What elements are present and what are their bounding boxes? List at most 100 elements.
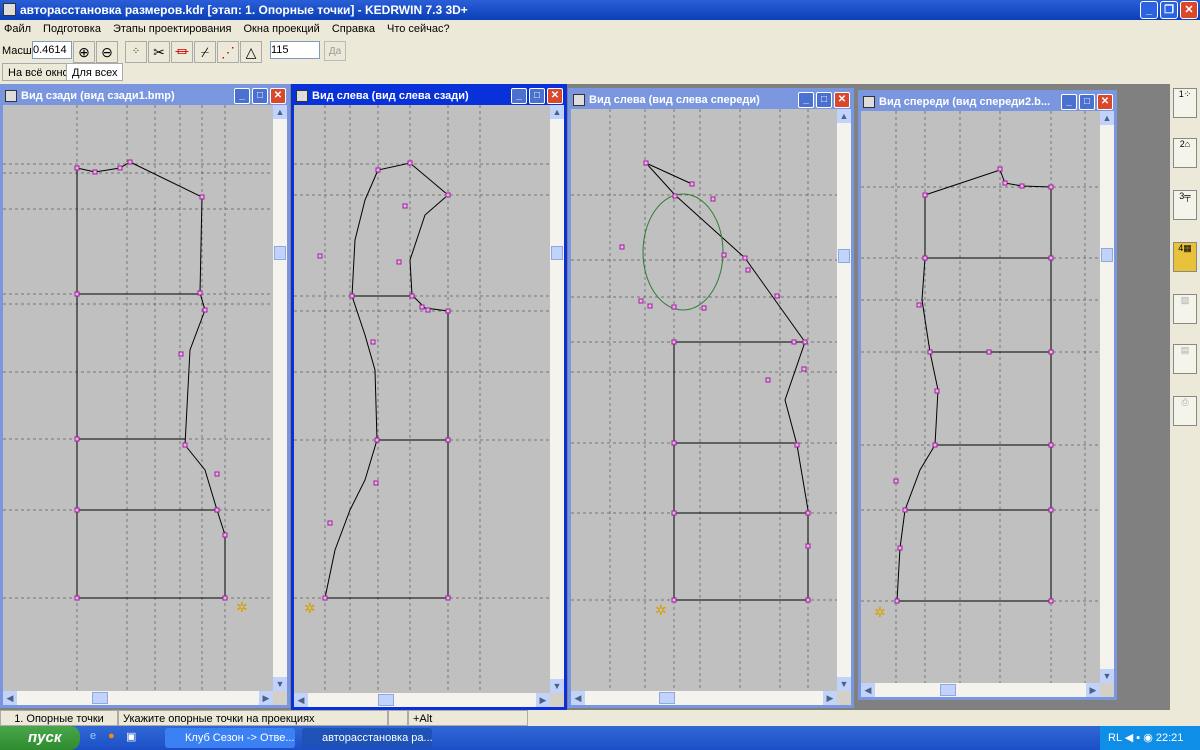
- projection-canvas[interactable]: ✲: [294, 105, 550, 693]
- tab-fit-window[interactable]: На всё окно: [2, 63, 75, 81]
- scroll-left-button[interactable]: ◀: [861, 683, 875, 697]
- menu-projections[interactable]: Окна проекций: [244, 20, 320, 38]
- scroll-thumb[interactable]: [658, 692, 675, 704]
- anchor-point: [932, 442, 938, 448]
- menu-whats-now[interactable]: Что сейчас?: [387, 20, 450, 38]
- horizontal-scrollbar[interactable]: ◀ ▶: [861, 683, 1100, 697]
- projection-window-3[interactable]: Вид слева (вид слева спереди) _ □ ✕ ✲ ▲ ▼ ◀ ▶: [568, 88, 854, 708]
- scroll-up-button[interactable]: ▲: [837, 109, 851, 123]
- projection-canvas[interactable]: ✲: [3, 105, 273, 691]
- points-tool-icon[interactable]: ⁘: [125, 41, 147, 63]
- stage3-dimension-icon[interactable]: 3╤: [1173, 190, 1197, 220]
- anchor-point: [710, 196, 716, 202]
- vertical-scrollbar[interactable]: ▲ ▼: [273, 105, 287, 691]
- anchor-point: [742, 255, 748, 261]
- language-indicator[interactable]: RL: [1108, 732, 1122, 744]
- window-minimize-button[interactable]: _: [511, 88, 527, 104]
- scroll-right-button[interactable]: ▶: [259, 691, 273, 705]
- zoom-in-icon[interactable]: ⊕: [73, 41, 95, 63]
- stage6-table-icon[interactable]: ▤: [1173, 344, 1197, 374]
- window-maximize-button[interactable]: □: [529, 88, 545, 104]
- scroll-thumb[interactable]: [1101, 248, 1113, 263]
- anchor-point: [74, 291, 80, 297]
- stage5-hatch-icon[interactable]: ▨: [1173, 294, 1197, 324]
- task-kedrwin[interactable]: авторасстановка ра...: [302, 728, 432, 748]
- stage7-print-icon[interactable]: ⎙: [1173, 396, 1197, 426]
- scale-input[interactable]: [32, 41, 72, 59]
- scroll-left-button[interactable]: ◀: [571, 691, 585, 705]
- scroll-right-button[interactable]: ▶: [536, 693, 550, 707]
- menu-file[interactable]: Файл: [4, 20, 31, 38]
- projection-canvas[interactable]: ✲: [571, 109, 837, 691]
- horizontal-scrollbar[interactable]: ◀ ▶: [571, 691, 837, 705]
- window-close-button[interactable]: ✕: [547, 88, 563, 104]
- scroll-up-button[interactable]: ▲: [550, 105, 564, 119]
- window-minimize-button[interactable]: _: [234, 88, 250, 104]
- point-line-tool-icon[interactable]: ⌿: [194, 41, 216, 63]
- window-titlebar[interactable]: Вид слева (вид слева спереди) _ □ ✕: [571, 91, 851, 109]
- scroll-left-button[interactable]: ◀: [294, 693, 308, 707]
- triangle-tool-icon[interactable]: △: [240, 41, 262, 63]
- window-titlebar[interactable]: Вид сзади (вид сзади1.bmp) _ □ ✕: [3, 87, 287, 105]
- window-titlebar[interactable]: Вид слева (вид слева сзади) _ □ ✕: [294, 87, 564, 105]
- horizontal-scrollbar[interactable]: ◀ ▶: [294, 693, 550, 707]
- scroll-down-button[interactable]: ▼: [1100, 669, 1114, 683]
- vertical-scrollbar[interactable]: ▲ ▼: [837, 109, 851, 691]
- scroll-thumb[interactable]: [274, 245, 286, 260]
- start-button[interactable]: пуск: [0, 726, 80, 750]
- projection-window-4[interactable]: Вид спереди (вид спереди2.b... _ □ ✕ ✲ ▲ ▼ ◀ ▶: [858, 90, 1117, 700]
- window-minimize-button[interactable]: _: [798, 92, 814, 108]
- scroll-right-button[interactable]: ▶: [1086, 683, 1100, 697]
- projection-window-2[interactable]: Вид слева (вид слева сзади) _ □ ✕ ✲ ▲ ▼ ◀ ▶: [291, 84, 567, 710]
- projection-canvas[interactable]: ✲: [861, 111, 1100, 683]
- close-button[interactable]: ✕: [1180, 1, 1198, 19]
- scroll-up-button[interactable]: ▲: [273, 105, 287, 119]
- scroll-thumb[interactable]: [92, 692, 109, 704]
- scroll-thumb[interactable]: [838, 248, 850, 263]
- scroll-down-button[interactable]: ▼: [273, 677, 287, 691]
- window-maximize-button[interactable]: □: [816, 92, 832, 108]
- firefox-icon[interactable]: ●: [108, 730, 115, 742]
- projection-window-1[interactable]: Вид сзади (вид сзади1.bmp) _ □ ✕ ✲ ▲ ▼ ◀ ▶: [0, 84, 290, 708]
- scroll-left-button[interactable]: ◀: [3, 691, 17, 705]
- restore-button[interactable]: ❐: [1160, 1, 1178, 19]
- window-close-button[interactable]: ✕: [834, 92, 850, 108]
- quicklaunch-icon[interactable]: ▣: [126, 730, 136, 743]
- scroll-right-button[interactable]: ▶: [823, 691, 837, 705]
- vertical-scrollbar[interactable]: ▲ ▼: [1100, 111, 1114, 683]
- window-maximize-button[interactable]: □: [1079, 94, 1095, 110]
- status-stage: 1. Опорные точки: [0, 710, 118, 726]
- scroll-up-button[interactable]: ▲: [1100, 111, 1114, 125]
- scroll-down-button[interactable]: ▼: [837, 677, 851, 691]
- menu-help[interactable]: Справка: [332, 20, 375, 38]
- ie-icon[interactable]: e: [90, 730, 96, 742]
- tab-for-all[interactable]: Для всех: [66, 63, 124, 81]
- pliers-tool-icon[interactable]: ✂: [148, 41, 170, 63]
- menu-prepare[interactable]: Подготовка: [43, 20, 101, 38]
- segment-tool-icon[interactable]: ⋰: [217, 41, 239, 63]
- window-close-button[interactable]: ✕: [270, 88, 286, 104]
- scroll-thumb[interactable]: [378, 694, 395, 706]
- scroll-thumb[interactable]: [551, 246, 563, 261]
- value-input[interactable]: [270, 41, 320, 59]
- zoom-out-icon[interactable]: ⊖: [96, 41, 118, 63]
- window-minimize-button[interactable]: _: [1061, 94, 1077, 110]
- scroll-down-button[interactable]: ▼: [550, 679, 564, 693]
- anchor-point: [182, 442, 188, 448]
- baseline-tool-icon[interactable]: ⏛: [171, 41, 193, 63]
- horizontal-scrollbar[interactable]: ◀ ▶: [3, 691, 273, 705]
- menu-stages[interactable]: Этапы проектирования: [113, 20, 232, 38]
- stage4-grid-icon[interactable]: 4▦: [1173, 242, 1197, 272]
- vertical-scrollbar[interactable]: ▲ ▼: [550, 105, 564, 693]
- ok-button[interactable]: Да: [324, 41, 346, 61]
- window-close-button[interactable]: ✕: [1097, 94, 1113, 110]
- stage1-points-icon[interactable]: 1⁘: [1173, 88, 1197, 118]
- window-titlebar[interactable]: Вид спереди (вид спереди2.b... _ □ ✕: [861, 93, 1114, 111]
- minimize-button[interactable]: _: [1140, 1, 1158, 19]
- task-firefox[interactable]: Клуб Сезон -> Отве...: [165, 728, 295, 748]
- anchor-point: [445, 595, 451, 601]
- scroll-thumb[interactable]: [939, 684, 956, 696]
- window-maximize-button[interactable]: □: [252, 88, 268, 104]
- stage2-outline-icon[interactable]: 2⌂: [1173, 138, 1197, 168]
- status-bar: 1. Опорные точки Укажите опорные точки н…: [0, 710, 1200, 726]
